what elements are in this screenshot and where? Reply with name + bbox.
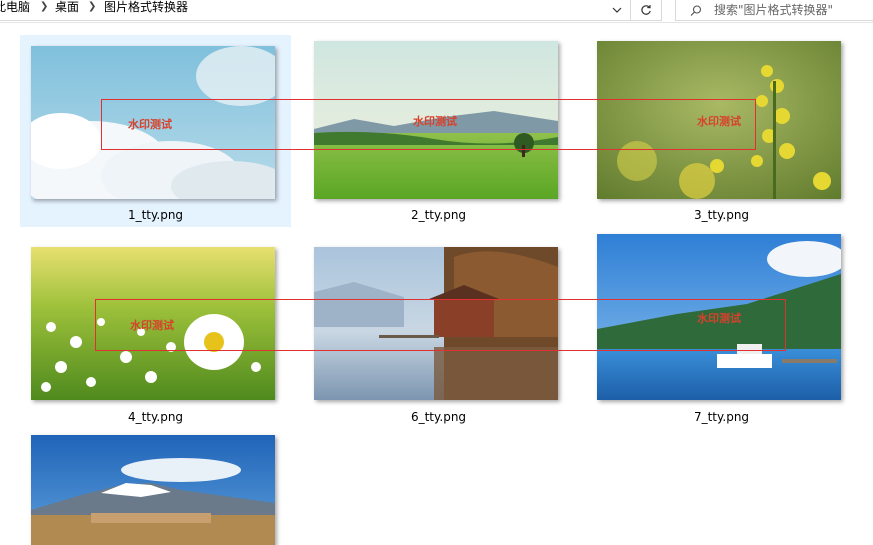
chevron-right-icon[interactable]: ❯	[40, 1, 48, 12]
lake-boathouse-image	[314, 247, 558, 400]
file-item[interactable]: 水印测试 7_tty.png	[586, 234, 857, 429]
search-input[interactable]: 搜索"图片格式转换器"	[714, 1, 833, 18]
address-history-button[interactable]	[604, 0, 631, 20]
file-thumbnail	[31, 435, 275, 545]
breadcrumb-item-desktop[interactable]: 桌面	[55, 0, 79, 14]
file-item[interactable]: 水印测试 2_tty.png	[303, 35, 574, 227]
breadcrumb-item-this-pc[interactable]: 此电脑	[0, 0, 30, 14]
refresh-button[interactable]	[631, 0, 661, 20]
file-item[interactable]: 水印测试 4_tty.png	[20, 237, 291, 429]
file-name: 7_tty.png	[693, 410, 750, 424]
file-item[interactable]	[20, 430, 291, 545]
file-name: 2_tty.png	[410, 208, 467, 222]
watermark-text: 水印测试	[413, 115, 457, 128]
toolbar: 此电脑 ❯ 桌面 ❯ 图片格式转换器 搜索"图片格式转换器"	[0, 0, 873, 23]
file-item[interactable]: 水印测试 3_tty.png	[586, 35, 857, 227]
search-box[interactable]: 搜索"图片格式转换器"	[675, 0, 873, 21]
file-name: 1_tty.png	[127, 208, 184, 222]
address-bar[interactable]: 此电脑 ❯ 桌面 ❯ 图片格式转换器	[0, 0, 662, 21]
file-name: 6_tty.png	[410, 410, 467, 424]
breadcrumb-item-current-folder[interactable]: 图片格式转换器	[104, 0, 188, 14]
watermark-text: 水印测试	[697, 115, 741, 128]
snow-mountain-town-image	[31, 435, 275, 545]
file-name: 4_tty.png	[127, 410, 184, 424]
watermark-text: 水印测试	[130, 319, 174, 332]
file-item[interactable]: 6_tty.png	[303, 237, 574, 429]
watermark-text: 水印测试	[697, 312, 741, 325]
watermark-text: 水印测试	[128, 118, 172, 131]
search-icon	[690, 2, 702, 21]
file-thumbnail	[314, 247, 558, 400]
file-name: 3_tty.png	[693, 208, 750, 222]
refresh-icon	[641, 5, 651, 15]
chevron-down-icon	[612, 7, 622, 13]
file-item[interactable]: 水印测试 1_tty.png	[20, 35, 291, 227]
chevron-right-icon[interactable]: ❯	[88, 1, 96, 12]
